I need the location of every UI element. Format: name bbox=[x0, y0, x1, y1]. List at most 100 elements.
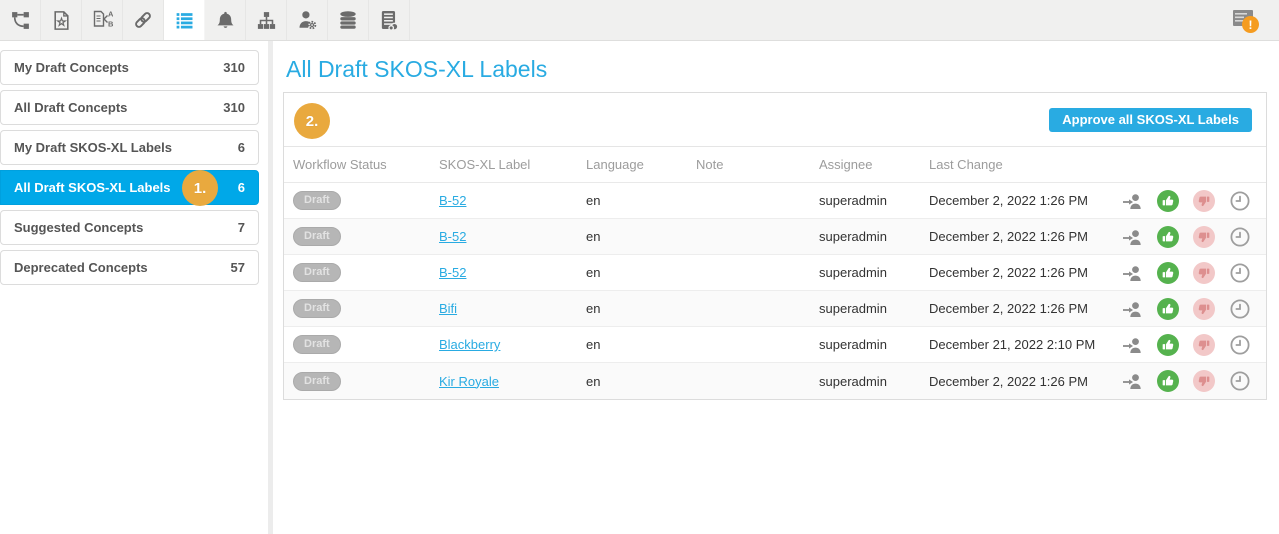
annotation-badge-2: 2. bbox=[294, 103, 330, 139]
table-row: Draft Kir Royale en superadmin December … bbox=[284, 363, 1266, 399]
table-header-row: Workflow Status SKOS-XL Label Language N… bbox=[284, 147, 1266, 183]
server-cloud-button[interactable] bbox=[369, 0, 410, 40]
sidebar-item-my-draft-concepts[interactable]: My Draft Concepts 310 bbox=[0, 50, 259, 85]
assign-user-icon[interactable] bbox=[1121, 298, 1143, 320]
skosxl-label-link[interactable]: Kir Royale bbox=[439, 374, 499, 389]
relations-curve-icon bbox=[10, 10, 31, 31]
approve-all-button[interactable]: Approve all SKOS-XL Labels bbox=[1049, 108, 1252, 132]
user-settings-button[interactable] bbox=[287, 0, 328, 40]
last-change-cell: December 2, 2022 1:26 PM bbox=[929, 265, 1088, 280]
sidebar-item-my-draft-skosxl-labels[interactable]: My Draft SKOS-XL Labels 6 bbox=[0, 130, 259, 165]
table-body: Draft B-52 en superadmin December 2, 202… bbox=[284, 183, 1266, 399]
skosxl-label-link[interactable]: B-52 bbox=[439, 193, 466, 208]
link-icon bbox=[132, 9, 154, 31]
language-cell: en bbox=[586, 301, 601, 316]
assign-user-icon[interactable] bbox=[1121, 262, 1143, 284]
assign-user-icon[interactable] bbox=[1121, 334, 1143, 356]
assignee-cell: superadmin bbox=[819, 229, 887, 244]
sitemap-icon bbox=[256, 10, 277, 31]
approve-thumbs-up-icon[interactable] bbox=[1157, 189, 1179, 212]
sidebar-item-deprecated-concepts[interactable]: Deprecated Concepts 57 bbox=[0, 250, 259, 285]
history-clock-icon[interactable] bbox=[1229, 370, 1251, 392]
list-button-active[interactable] bbox=[164, 0, 205, 40]
col-header-skosxl-label: SKOS-XL Label bbox=[439, 157, 531, 172]
server-cloud-icon bbox=[378, 9, 400, 31]
sidebar-item-count: 310 bbox=[223, 100, 245, 115]
row-actions bbox=[1119, 225, 1266, 248]
assignee-cell: superadmin bbox=[819, 373, 887, 389]
col-header-last-change: Last Change bbox=[929, 157, 1003, 172]
language-cell: en bbox=[586, 265, 601, 280]
list-icon bbox=[174, 10, 195, 31]
sidebar-item-all-draft-skosxl-labels[interactable]: All Draft SKOS-XL Labels 1. 6 bbox=[0, 170, 259, 206]
assignee-cell: superadmin bbox=[819, 337, 887, 352]
sidebar-item-count: 310 bbox=[223, 60, 245, 75]
panel-toolbar: 2. Approve all SKOS-XL Labels bbox=[284, 93, 1266, 147]
user-settings-icon bbox=[296, 9, 318, 31]
assignee-cell: superadmin bbox=[819, 193, 887, 208]
reject-thumbs-down-icon[interactable] bbox=[1193, 297, 1215, 320]
row-actions bbox=[1119, 333, 1266, 356]
sidebar-item-count: 57 bbox=[230, 260, 245, 275]
last-change-cell: December 2, 2022 1:26 PM bbox=[929, 373, 1088, 389]
bell-icon bbox=[215, 10, 236, 31]
skosxl-label-link[interactable]: Blackberry bbox=[439, 337, 500, 352]
approve-thumbs-up-icon[interactable] bbox=[1157, 333, 1179, 356]
history-clock-icon[interactable] bbox=[1229, 334, 1251, 356]
table-row: Draft Blackberry en superadmin December … bbox=[284, 327, 1266, 363]
table-row: Draft B-52 en superadmin December 2, 202… bbox=[284, 183, 1266, 219]
page-title: All Draft SKOS-XL Labels bbox=[286, 56, 548, 82]
assign-user-icon[interactable] bbox=[1121, 370, 1143, 392]
document-star-button[interactable] bbox=[41, 0, 82, 40]
table-row: Draft B-52 en superadmin December 2, 202… bbox=[284, 255, 1266, 291]
skosxl-label-link[interactable]: B-52 bbox=[439, 229, 466, 244]
skosxl-label-link[interactable]: Bifi bbox=[439, 301, 457, 316]
top-toolbar: A B ! bbox=[0, 0, 1279, 41]
approve-thumbs-up-icon[interactable] bbox=[1157, 225, 1179, 248]
reject-thumbs-down-icon[interactable] bbox=[1193, 333, 1215, 356]
sidebar-item-all-draft-concepts[interactable]: All Draft Concepts 310 bbox=[0, 90, 259, 125]
database-icon bbox=[337, 9, 359, 31]
row-actions bbox=[1119, 189, 1266, 212]
history-clock-icon[interactable] bbox=[1229, 190, 1251, 212]
approve-thumbs-up-icon[interactable] bbox=[1157, 370, 1179, 392]
reject-thumbs-down-icon[interactable] bbox=[1193, 261, 1215, 284]
relations-curve-button[interactable] bbox=[0, 0, 41, 40]
language-cell: en bbox=[586, 373, 601, 389]
history-clock-icon[interactable] bbox=[1229, 262, 1251, 284]
warning-badge: ! bbox=[1242, 16, 1259, 33]
language-cell: en bbox=[586, 337, 601, 352]
svg-text:B: B bbox=[108, 20, 113, 29]
history-clock-icon[interactable] bbox=[1229, 226, 1251, 248]
sidebar-item-label: All Draft SKOS-XL Labels bbox=[14, 180, 171, 195]
bell-button[interactable] bbox=[205, 0, 246, 40]
status-badge: Draft bbox=[293, 263, 341, 282]
skosxl-label-link[interactable]: B-52 bbox=[439, 265, 466, 280]
assign-user-icon[interactable] bbox=[1121, 226, 1143, 248]
status-badge: Draft bbox=[293, 191, 341, 210]
link-button[interactable] bbox=[123, 0, 164, 40]
assign-user-icon[interactable] bbox=[1121, 190, 1143, 212]
row-actions bbox=[1119, 370, 1266, 392]
database-button[interactable] bbox=[328, 0, 369, 40]
document-ab-classify-button[interactable]: A B bbox=[82, 0, 123, 40]
approve-thumbs-up-icon[interactable] bbox=[1157, 297, 1179, 320]
last-change-cell: December 2, 2022 1:26 PM bbox=[929, 193, 1088, 208]
sitemap-button[interactable] bbox=[246, 0, 287, 40]
svg-text:A: A bbox=[108, 10, 113, 19]
approve-thumbs-up-icon[interactable] bbox=[1157, 261, 1179, 284]
assignee-cell: superadmin bbox=[819, 301, 887, 316]
history-clock-icon[interactable] bbox=[1229, 298, 1251, 320]
col-header-workflow-status: Workflow Status bbox=[293, 157, 387, 172]
labels-panel: 2. Approve all SKOS-XL Labels Workflow S… bbox=[283, 92, 1267, 400]
reject-thumbs-down-icon[interactable] bbox=[1193, 370, 1215, 392]
notification-panel-button[interactable]: ! bbox=[1215, 0, 1271, 40]
reject-thumbs-down-icon[interactable] bbox=[1193, 225, 1215, 248]
reject-thumbs-down-icon[interactable] bbox=[1193, 189, 1215, 212]
status-badge: Draft bbox=[293, 371, 341, 391]
sidebar-item-suggested-concepts[interactable]: Suggested Concepts 7 bbox=[0, 210, 259, 245]
table-row: Draft Bifi en superadmin December 2, 202… bbox=[284, 291, 1266, 327]
col-header-language: Language bbox=[586, 157, 644, 172]
col-header-note: Note bbox=[696, 157, 724, 172]
sidebar-item-count: 6 bbox=[237, 180, 245, 195]
